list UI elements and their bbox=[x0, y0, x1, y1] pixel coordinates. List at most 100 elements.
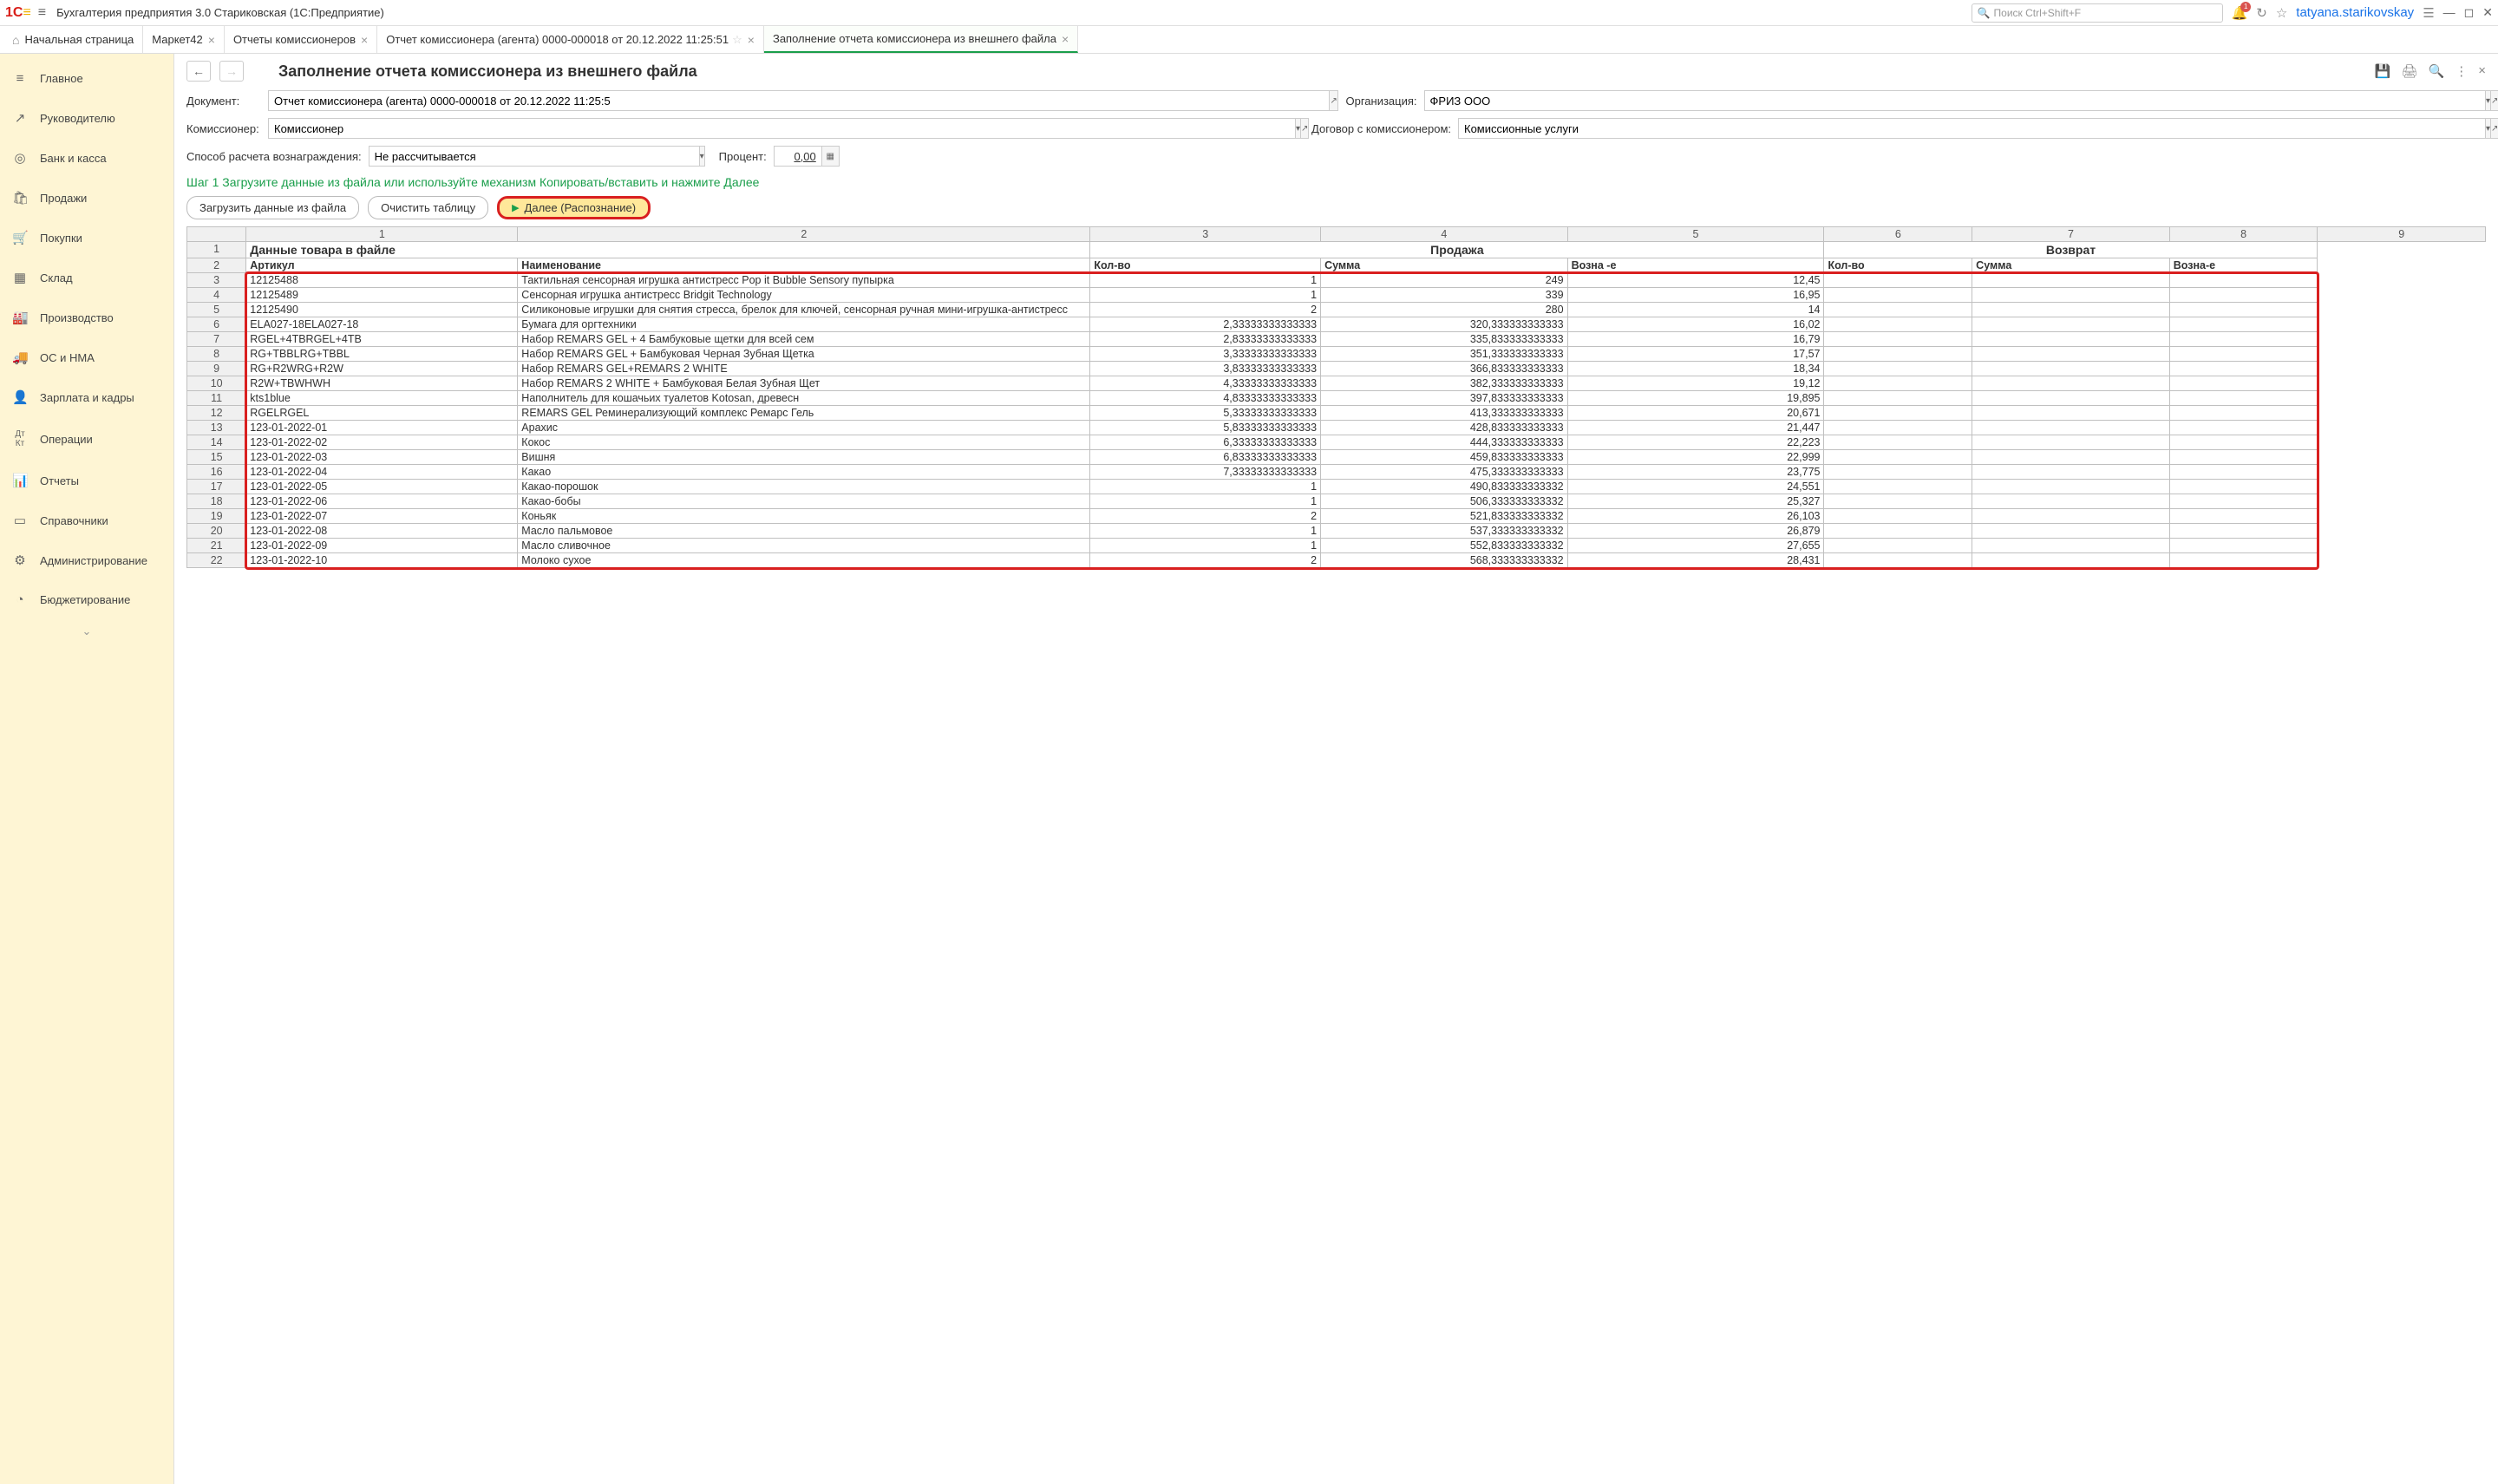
open-org-button[interactable]: ↗ bbox=[2491, 90, 2498, 111]
cell-name[interactable]: Силиконовые игрушки для снятия стресса, … bbox=[518, 303, 1090, 317]
sidebar-item-admin[interactable]: ⚙Администрирование bbox=[0, 540, 173, 580]
cell-qty2[interactable] bbox=[1824, 524, 1972, 539]
cell-name[interactable]: Тактильная сенсорная игрушка антистресс … bbox=[518, 273, 1090, 288]
cell-qty2[interactable] bbox=[1824, 288, 1972, 303]
col-header[interactable]: 1 bbox=[246, 227, 518, 242]
cell-qty[interactable]: 5,83333333333333 bbox=[1090, 421, 1321, 435]
cell-article[interactable]: 123-01-2022-06 bbox=[246, 494, 518, 509]
table-row[interactable]: 3 12125488 Тактильная сенсорная игрушка … bbox=[187, 273, 2486, 288]
cell-article[interactable]: RGEL+4TBRGEL+4TB bbox=[246, 332, 518, 347]
cell-qty2[interactable] bbox=[1824, 332, 1972, 347]
table-row[interactable]: 9 RG+R2WRG+R2W Набор REMARS GEL+REMARS 2… bbox=[187, 362, 2486, 376]
cell-sum2[interactable] bbox=[1972, 524, 2170, 539]
cell-name[interactable]: Набор REMARS 2 WHITE + Бамбуковая Белая … bbox=[518, 376, 1090, 391]
cell-name[interactable]: Набор REMARS GEL + Бамбуковая Черная Зуб… bbox=[518, 347, 1090, 362]
next-recognize-button[interactable]: ▶ Далее (Распознание) bbox=[497, 196, 651, 219]
cell-name[interactable]: Коньяк bbox=[518, 509, 1090, 524]
cell-fee2[interactable] bbox=[2169, 376, 2318, 391]
table-row[interactable]: 19 123-01-2022-07 Коньяк 2 521,833333333… bbox=[187, 509, 2486, 524]
cell-name[interactable]: Наполнитель для кошачьих туалетов Kotosa… bbox=[518, 391, 1090, 406]
cell-fee[interactable]: 21,447 bbox=[1567, 421, 1824, 435]
history-icon[interactable]: ↻ bbox=[2256, 5, 2267, 21]
cell-fee2[interactable] bbox=[2169, 362, 2318, 376]
load-from-file-button[interactable]: Загрузить данные из файла bbox=[186, 196, 359, 219]
cell-qty2[interactable] bbox=[1824, 317, 1972, 332]
cell-sum[interactable]: 366,833333333333 bbox=[1321, 362, 1568, 376]
table-row[interactable]: 15 123-01-2022-03 Вишня 6,83333333333333… bbox=[187, 450, 2486, 465]
cell-qty2[interactable] bbox=[1824, 553, 1972, 568]
cell-fee2[interactable] bbox=[2169, 347, 2318, 362]
close-icon[interactable]: × bbox=[361, 33, 368, 47]
cell-sum[interactable]: 475,333333333333 bbox=[1321, 465, 1568, 480]
cell-name[interactable]: Арахис bbox=[518, 421, 1090, 435]
minimize-button[interactable]: — bbox=[2443, 5, 2455, 20]
tab-home[interactable]: ⌂ Начальная страница bbox=[5, 26, 143, 53]
cell-qty2[interactable] bbox=[1824, 435, 1972, 450]
cell-sum2[interactable] bbox=[1972, 376, 2170, 391]
cell-qty[interactable]: 2,83333333333333 bbox=[1090, 332, 1321, 347]
cell-fee2[interactable] bbox=[2169, 421, 2318, 435]
cell-fee2[interactable] bbox=[2169, 450, 2318, 465]
cell-sum2[interactable] bbox=[1972, 480, 2170, 494]
cell-fee[interactable]: 12,45 bbox=[1567, 273, 1824, 288]
cell-article[interactable]: 12125489 bbox=[246, 288, 518, 303]
cell-qty[interactable]: 6,33333333333333 bbox=[1090, 435, 1321, 450]
table-row[interactable]: 16 123-01-2022-04 Какао 7,33333333333333… bbox=[187, 465, 2486, 480]
more-icon[interactable]: ⋮ bbox=[2455, 63, 2468, 79]
cell-sum[interactable]: 320,333333333333 bbox=[1321, 317, 1568, 332]
cell-name[interactable]: Бумага для оргтехники bbox=[518, 317, 1090, 332]
cell-name[interactable]: Вишня bbox=[518, 450, 1090, 465]
sidebar-item-production[interactable]: 🏭Производство bbox=[0, 297, 173, 337]
col-header[interactable]: 3 bbox=[1090, 227, 1321, 242]
cell-fee2[interactable] bbox=[2169, 391, 2318, 406]
cell-sum2[interactable] bbox=[1972, 332, 2170, 347]
nav-forward-button[interactable]: → bbox=[219, 61, 244, 82]
cell-fee2[interactable] bbox=[2169, 317, 2318, 332]
cell-name[interactable]: Набор REMARS GEL + 4 Бамбуковые щетки дл… bbox=[518, 332, 1090, 347]
cell-sum[interactable]: 382,333333333333 bbox=[1321, 376, 1568, 391]
save-icon[interactable]: 💾 bbox=[2375, 63, 2391, 79]
cell-name[interactable]: REMARS GEL Реминерализующий комплекс Рем… bbox=[518, 406, 1090, 421]
cell-qty[interactable]: 2 bbox=[1090, 509, 1321, 524]
cell-fee[interactable]: 16,02 bbox=[1567, 317, 1824, 332]
close-icon[interactable]: × bbox=[208, 33, 215, 47]
cell-sum2[interactable] bbox=[1972, 347, 2170, 362]
cell-fee[interactable]: 24,551 bbox=[1567, 480, 1824, 494]
cell-fee2[interactable] bbox=[2169, 509, 2318, 524]
cell-qty[interactable]: 4,33333333333333 bbox=[1090, 376, 1321, 391]
cell-qty2[interactable] bbox=[1824, 539, 1972, 553]
cell-qty[interactable]: 1 bbox=[1090, 539, 1321, 553]
open-commissioner-button[interactable]: ↗ bbox=[1301, 118, 1309, 139]
cell-sum2[interactable] bbox=[1972, 273, 2170, 288]
cell-qty2[interactable] bbox=[1824, 509, 1972, 524]
cell-sum[interactable]: 521,833333333332 bbox=[1321, 509, 1568, 524]
cell-article[interactable]: 123-01-2022-09 bbox=[246, 539, 518, 553]
cell-fee[interactable]: 19,12 bbox=[1567, 376, 1824, 391]
calc-method-input[interactable] bbox=[369, 146, 700, 167]
cell-article[interactable]: 123-01-2022-08 bbox=[246, 524, 518, 539]
col-header[interactable]: 2 bbox=[518, 227, 1090, 242]
cell-fee[interactable]: 19,895 bbox=[1567, 391, 1824, 406]
sidebar-expand[interactable]: ⌄ bbox=[0, 619, 173, 644]
cell-name[interactable]: Молоко сухое bbox=[518, 553, 1090, 568]
cell-fee2[interactable] bbox=[2169, 465, 2318, 480]
cell-fee[interactable]: 28,431 bbox=[1567, 553, 1824, 568]
cell-article[interactable]: 123-01-2022-03 bbox=[246, 450, 518, 465]
tab-reports[interactable]: Отчеты комиссионеров × bbox=[225, 26, 377, 53]
cell-qty[interactable]: 1 bbox=[1090, 288, 1321, 303]
cell-sum[interactable]: 428,833333333333 bbox=[1321, 421, 1568, 435]
cell-sum2[interactable] bbox=[1972, 450, 2170, 465]
preview-icon[interactable]: 🔍 bbox=[2429, 63, 2445, 79]
cell-sum[interactable]: 249 bbox=[1321, 273, 1568, 288]
settings-icon[interactable]: ☰ bbox=[2423, 5, 2434, 21]
cell-fee2[interactable] bbox=[2169, 332, 2318, 347]
cell-qty[interactable]: 1 bbox=[1090, 524, 1321, 539]
sidebar-item-manager[interactable]: ↗Руководителю bbox=[0, 98, 173, 138]
cell-name[interactable]: Кокос bbox=[518, 435, 1090, 450]
table-row[interactable]: 13 123-01-2022-01 Арахис 5,8333333333333… bbox=[187, 421, 2486, 435]
cell-fee[interactable]: 25,327 bbox=[1567, 494, 1824, 509]
cell-fee[interactable]: 17,57 bbox=[1567, 347, 1824, 362]
org-input[interactable] bbox=[1424, 90, 2486, 111]
close-window-button[interactable]: ✕ bbox=[2482, 5, 2493, 20]
cell-article[interactable]: 123-01-2022-07 bbox=[246, 509, 518, 524]
